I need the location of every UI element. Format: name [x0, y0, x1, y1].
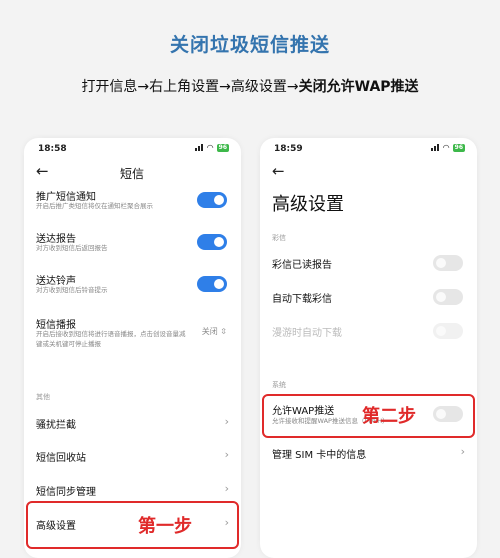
instruction-bold: 关闭允许WAP推送 — [298, 79, 419, 95]
setting-description: 对方收到短信后铃音提示 — [36, 286, 108, 294]
toggle-switch-off[interactable] — [433, 289, 463, 305]
highlight-box-step1 — [26, 501, 239, 549]
chevron-right-icon: › — [224, 415, 229, 428]
screen-title: 高级设置 — [272, 194, 344, 215]
toggle-switch-on[interactable] — [197, 192, 227, 208]
section-header-other: 其他 — [36, 393, 50, 401]
wifi-icon: ◠ — [206, 143, 214, 152]
menu-item-spam-block[interactable]: 骚扰拦截 › — [24, 414, 241, 432]
step-label-1: 第一步 — [138, 516, 192, 537]
setting-label: 彩信已读报告 — [272, 260, 332, 271]
setting-label: 自动下载彩信 — [272, 294, 332, 305]
setting-description: 开启后接收到短信将进行语音播报，点击创设音量减键或关机键可停止播报 — [36, 330, 186, 348]
screen-title: 短信 — [120, 167, 145, 181]
setting-value[interactable]: 关闭 ⇳ — [202, 326, 227, 337]
menu-item-label: 骚扰拦截 — [36, 420, 76, 431]
instruction-plain: 打开信息→右上角设置→高级设置→ — [81, 79, 299, 95]
setting-row-delivery-sound[interactable]: 送达铃声 对方收到短信后铃音提示 — [24, 272, 241, 302]
phone-screen-advanced-settings: 18:59 ◠ 96 ← 高级设置 彩信 彩信已读报告 自动下载彩信 漫游时自动… — [260, 138, 477, 558]
setting-description: 对方收到短信后返回报告 — [36, 244, 108, 252]
page-title: 关闭垃圾短信推送 — [169, 34, 330, 56]
status-bar: 18:59 ◠ 96 — [260, 138, 477, 158]
menu-item-sync-manage[interactable]: 短信同步管理 › — [24, 481, 241, 499]
toggle-switch-disabled — [433, 323, 463, 339]
chevron-right-icon: › — [460, 445, 465, 458]
phone-screen-sms-settings: 18:58 ◠ 96 ← 短信 推广短信通知 开启后推广类短信将仅在通知栏聚合展… — [24, 138, 241, 558]
status-time: 18:59 — [274, 144, 303, 154]
chevron-right-icon: › — [224, 482, 229, 495]
setting-row-mms-read-report[interactable]: 彩信已读报告 — [260, 254, 477, 272]
back-arrow-icon[interactable]: ← — [272, 162, 285, 180]
setting-label: 漫游时自动下载 — [272, 328, 342, 339]
status-bar: 18:58 ◠ 96 — [24, 138, 241, 158]
toggle-switch-on[interactable] — [197, 234, 227, 250]
setting-row-delivery-report[interactable]: 送达报告 对方收到短信后返回报告 — [24, 230, 241, 260]
signal-icon — [194, 144, 204, 151]
menu-item-sim-messages[interactable]: 管理 SIM 卡中的信息 › — [260, 444, 477, 462]
section-header-system: 系统 — [272, 381, 286, 389]
menu-item-label: 管理 SIM 卡中的信息 — [272, 450, 367, 461]
instruction-text: 打开信息→右上角设置→高级设置→关闭允许WAP推送 — [0, 76, 500, 96]
back-arrow-icon[interactable]: ← — [36, 162, 49, 180]
signal-icon — [430, 144, 440, 151]
status-time: 18:58 — [38, 144, 67, 154]
setting-row-promo-notify[interactable]: 推广短信通知 开启后推广类短信将仅在通知栏聚合展示 — [24, 188, 241, 218]
toggle-switch-off[interactable] — [433, 255, 463, 271]
setting-row-roaming-download: 漫游时自动下载 — [260, 322, 477, 340]
battery-icon: 96 — [216, 143, 229, 152]
menu-item-label: 短信回收站 — [36, 453, 86, 464]
section-header-mms: 彩信 — [272, 234, 286, 242]
menu-item-label: 短信同步管理 — [36, 487, 96, 498]
setting-row-sms-broadcast[interactable]: 短信播报 开启后接收到短信将进行语音播报，点击创设音量减键或关机键可停止播报 关… — [24, 316, 241, 356]
wifi-icon: ◠ — [442, 143, 450, 152]
setting-row-mms-auto-download[interactable]: 自动下载彩信 — [260, 288, 477, 306]
step-label-2: 第二步 — [362, 406, 416, 427]
toggle-switch-on[interactable] — [197, 276, 227, 292]
chevron-right-icon: › — [224, 448, 229, 461]
setting-description: 开启后推广类短信将仅在通知栏聚合展示 — [36, 202, 153, 210]
battery-icon: 96 — [452, 143, 465, 152]
menu-item-recycle-bin[interactable]: 短信回收站 › — [24, 447, 241, 465]
